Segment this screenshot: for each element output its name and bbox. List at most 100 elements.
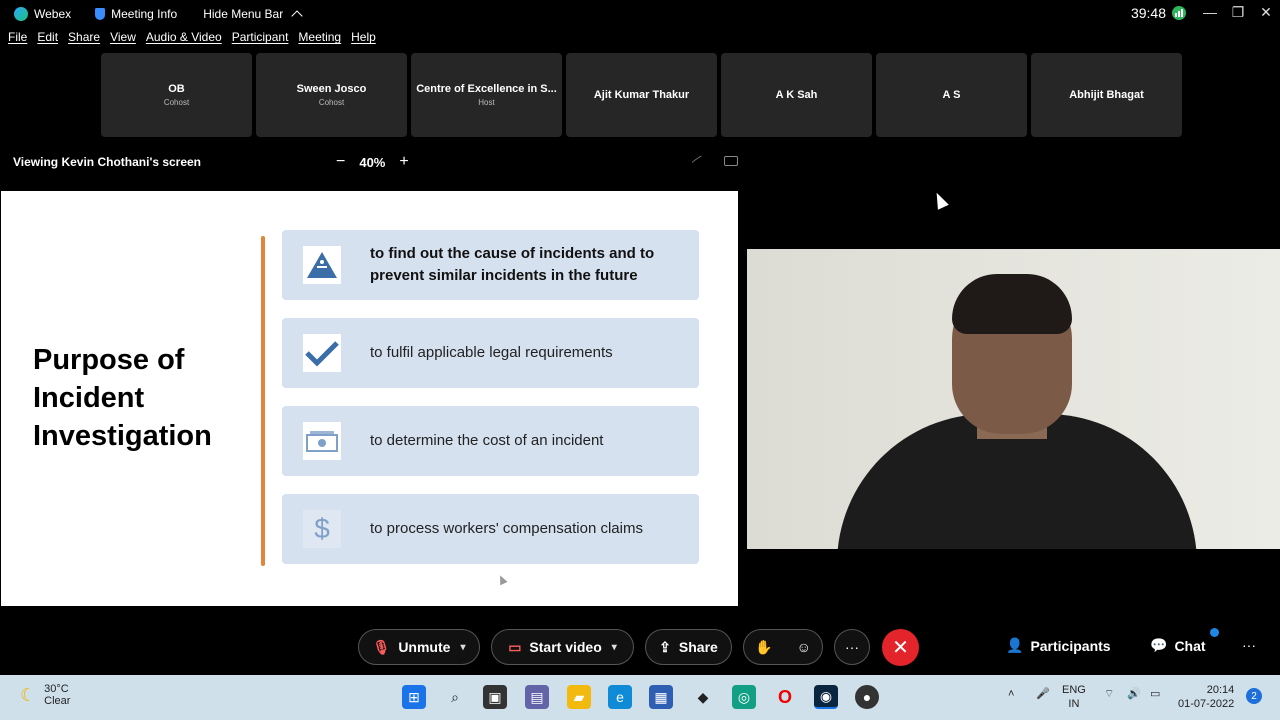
file-explorer-icon[interactable]: ▰ (567, 685, 591, 709)
region-code: IN (1068, 698, 1080, 710)
participant-tile[interactable]: Ajit Kumar Thakur (566, 53, 717, 137)
chevron-up-icon[interactable]: ˄ (1008, 687, 1014, 701)
minimize-icon[interactable]: — (1200, 4, 1220, 20)
opera-icon[interactable]: O (773, 685, 797, 709)
slide-title: Purpose of Incident Investigation (33, 344, 212, 452)
language-indicator[interactable]: ENG IN (1062, 683, 1086, 711)
participant-strip: OB Cohost Sween Josco Cohost Centre of E… (101, 53, 1182, 137)
webex-taskbar-icon[interactable]: ◉ (814, 685, 838, 709)
participant-tile[interactable]: Centre of Excellence in S... Host (411, 53, 562, 137)
meeting-controls: 🎙 Unmute ▾ ▭ Start video ▾ ⇪ Share ✋ ☺ ·… (0, 629, 1280, 666)
meeting-info-button[interactable]: Meeting Info (89, 0, 183, 28)
participant-role: Cohost (163, 98, 190, 107)
more-options-button[interactable]: ··· (834, 629, 870, 665)
participant-tile[interactable]: OB Cohost (101, 53, 252, 137)
restore-icon[interactable]: ❐ (1228, 4, 1248, 21)
camera-off-icon: ▭ (508, 638, 522, 655)
chrome-icon[interactable]: ● (855, 685, 879, 709)
purpose-text: to process workers' compensation claims (370, 520, 643, 537)
webex-menu[interactable]: Webex (8, 0, 77, 28)
participant-role: Host (478, 98, 495, 107)
menu-audio-video[interactable]: Audio & Video (146, 30, 222, 52)
purpose-card: to find out the cause of incidents and t… (282, 230, 699, 300)
chevron-down-icon[interactable]: ▾ (612, 642, 617, 653)
purpose-text: to fulfil applicable legal requirements (370, 344, 613, 361)
participant-tile[interactable]: A S (876, 53, 1027, 137)
shared-screen: Purpose of Incident Investigation to fin… (1, 191, 738, 606)
task-view-icon[interactable]: ▣ (483, 685, 507, 709)
chat-icon: 💬 (1150, 637, 1168, 653)
search-icon[interactable]: ⌕ (443, 685, 467, 709)
share-button[interactable]: ⇪ Share (645, 629, 732, 665)
leave-meeting-button[interactable]: ✕ (882, 629, 919, 666)
participants-button[interactable]: 👤 Participants (1006, 637, 1111, 654)
wifi-icon[interactable]: ⌔ (1104, 687, 1114, 701)
app-icon[interactable]: ◎ (732, 685, 756, 709)
menu-file[interactable]: File (8, 30, 27, 52)
clock-date: 01-07-2022 (1178, 698, 1235, 710)
menu-help[interactable]: Help (351, 30, 376, 52)
notification-badge[interactable]: 2 (1246, 688, 1262, 704)
moon-icon: ☾ (20, 684, 37, 705)
chevron-up-icon (291, 10, 303, 22)
zoom-in-button[interactable]: + (399, 153, 408, 171)
menu-share[interactable]: Share (68, 30, 100, 52)
participant-name: Sween Josco (296, 83, 367, 95)
teams-chat-icon[interactable]: ▤ (525, 685, 549, 709)
menu-edit[interactable]: Edit (37, 30, 58, 52)
chat-button[interactable]: 💬 Chat (1150, 637, 1206, 654)
share-viewing-bar: Viewing Kevin Chothani's screen − 40% + (0, 150, 740, 174)
participant-role: Cohost (318, 98, 345, 107)
chevron-down-icon[interactable]: ▾ (460, 642, 465, 653)
microphone-icon[interactable]: 🎤 (1036, 687, 1050, 701)
menu-view[interactable]: View (110, 30, 136, 52)
participant-name: OB (168, 83, 185, 95)
menu-meeting[interactable]: Meeting (298, 30, 341, 52)
dropbox-icon[interactable]: ◆ (691, 685, 715, 709)
webex-logo-icon (14, 7, 28, 21)
hide-menu-bar-button[interactable]: Hide Menu Bar (197, 0, 307, 28)
battery-icon[interactable]: ▭ (1150, 687, 1160, 701)
start-video-button[interactable]: ▭ Start video ▾ (491, 629, 634, 665)
weather-widget[interactable]: ☾ 30°C Clear (20, 683, 70, 707)
participant-tile[interactable]: Sween Josco Cohost (256, 53, 407, 137)
store-icon[interactable]: ▦ (649, 685, 673, 709)
windows-start-icon[interactable]: ⊞ (402, 685, 426, 709)
zoom-level: 40% (359, 154, 386, 170)
language-code: ENG (1062, 684, 1086, 696)
volume-icon[interactable]: 🔊 (1127, 687, 1141, 701)
close-icon[interactable]: ✕ (1256, 4, 1276, 21)
zoom-out-button[interactable]: − (336, 153, 345, 171)
participant-tile[interactable]: Abhijit Bhagat (1031, 53, 1182, 137)
participant-tile[interactable]: A K Sah (721, 53, 872, 137)
reactions-group: ✋ ☺ (743, 629, 823, 665)
network-signal-icon[interactable] (1172, 6, 1186, 20)
speaker-video[interactable] (747, 249, 1280, 549)
chat-label: Chat (1174, 637, 1206, 654)
more-icon: ··· (845, 639, 859, 655)
raise-hand-icon[interactable]: ✋ (755, 639, 772, 656)
participant-name: A K Sah (775, 89, 818, 101)
start-video-label: Start video (529, 639, 602, 655)
unmute-button[interactable]: 🎙 Unmute ▾ (358, 629, 480, 665)
mic-muted-icon: 🎙 (372, 638, 391, 655)
edge-icon[interactable]: e (608, 685, 632, 709)
purpose-text: to find out the cause of incidents and t… (370, 245, 655, 284)
annotate-icon[interactable] (691, 155, 705, 167)
clock[interactable]: 20:14 01-07-2022 (1178, 683, 1234, 711)
menu-participant[interactable]: Participant (232, 30, 289, 52)
remote-cursor-icon (496, 573, 508, 586)
dollar-icon: $ (303, 510, 341, 548)
purpose-text: to determine the cost of an incident (370, 432, 604, 449)
pop-out-icon[interactable] (724, 156, 738, 166)
windows-taskbar: ☾ 30°C Clear ⊞ ⌕ ▣ ▤ ▰ e ▦ ◆ ◎ O ◉ ● ˄ 🎤… (0, 675, 1280, 720)
checkmark-icon (303, 334, 341, 372)
panel-options-icon[interactable]: ··· (1242, 637, 1256, 653)
unmute-label: Unmute (398, 639, 451, 655)
reactions-icon[interactable]: ☺ (797, 639, 811, 655)
shield-icon (95, 8, 106, 20)
zoom-control: − 40% + (336, 153, 409, 171)
purpose-card: to determine the cost of an incident (282, 406, 699, 476)
money-icon (303, 422, 341, 460)
timer-value: 39:48 (1130, 5, 1166, 21)
